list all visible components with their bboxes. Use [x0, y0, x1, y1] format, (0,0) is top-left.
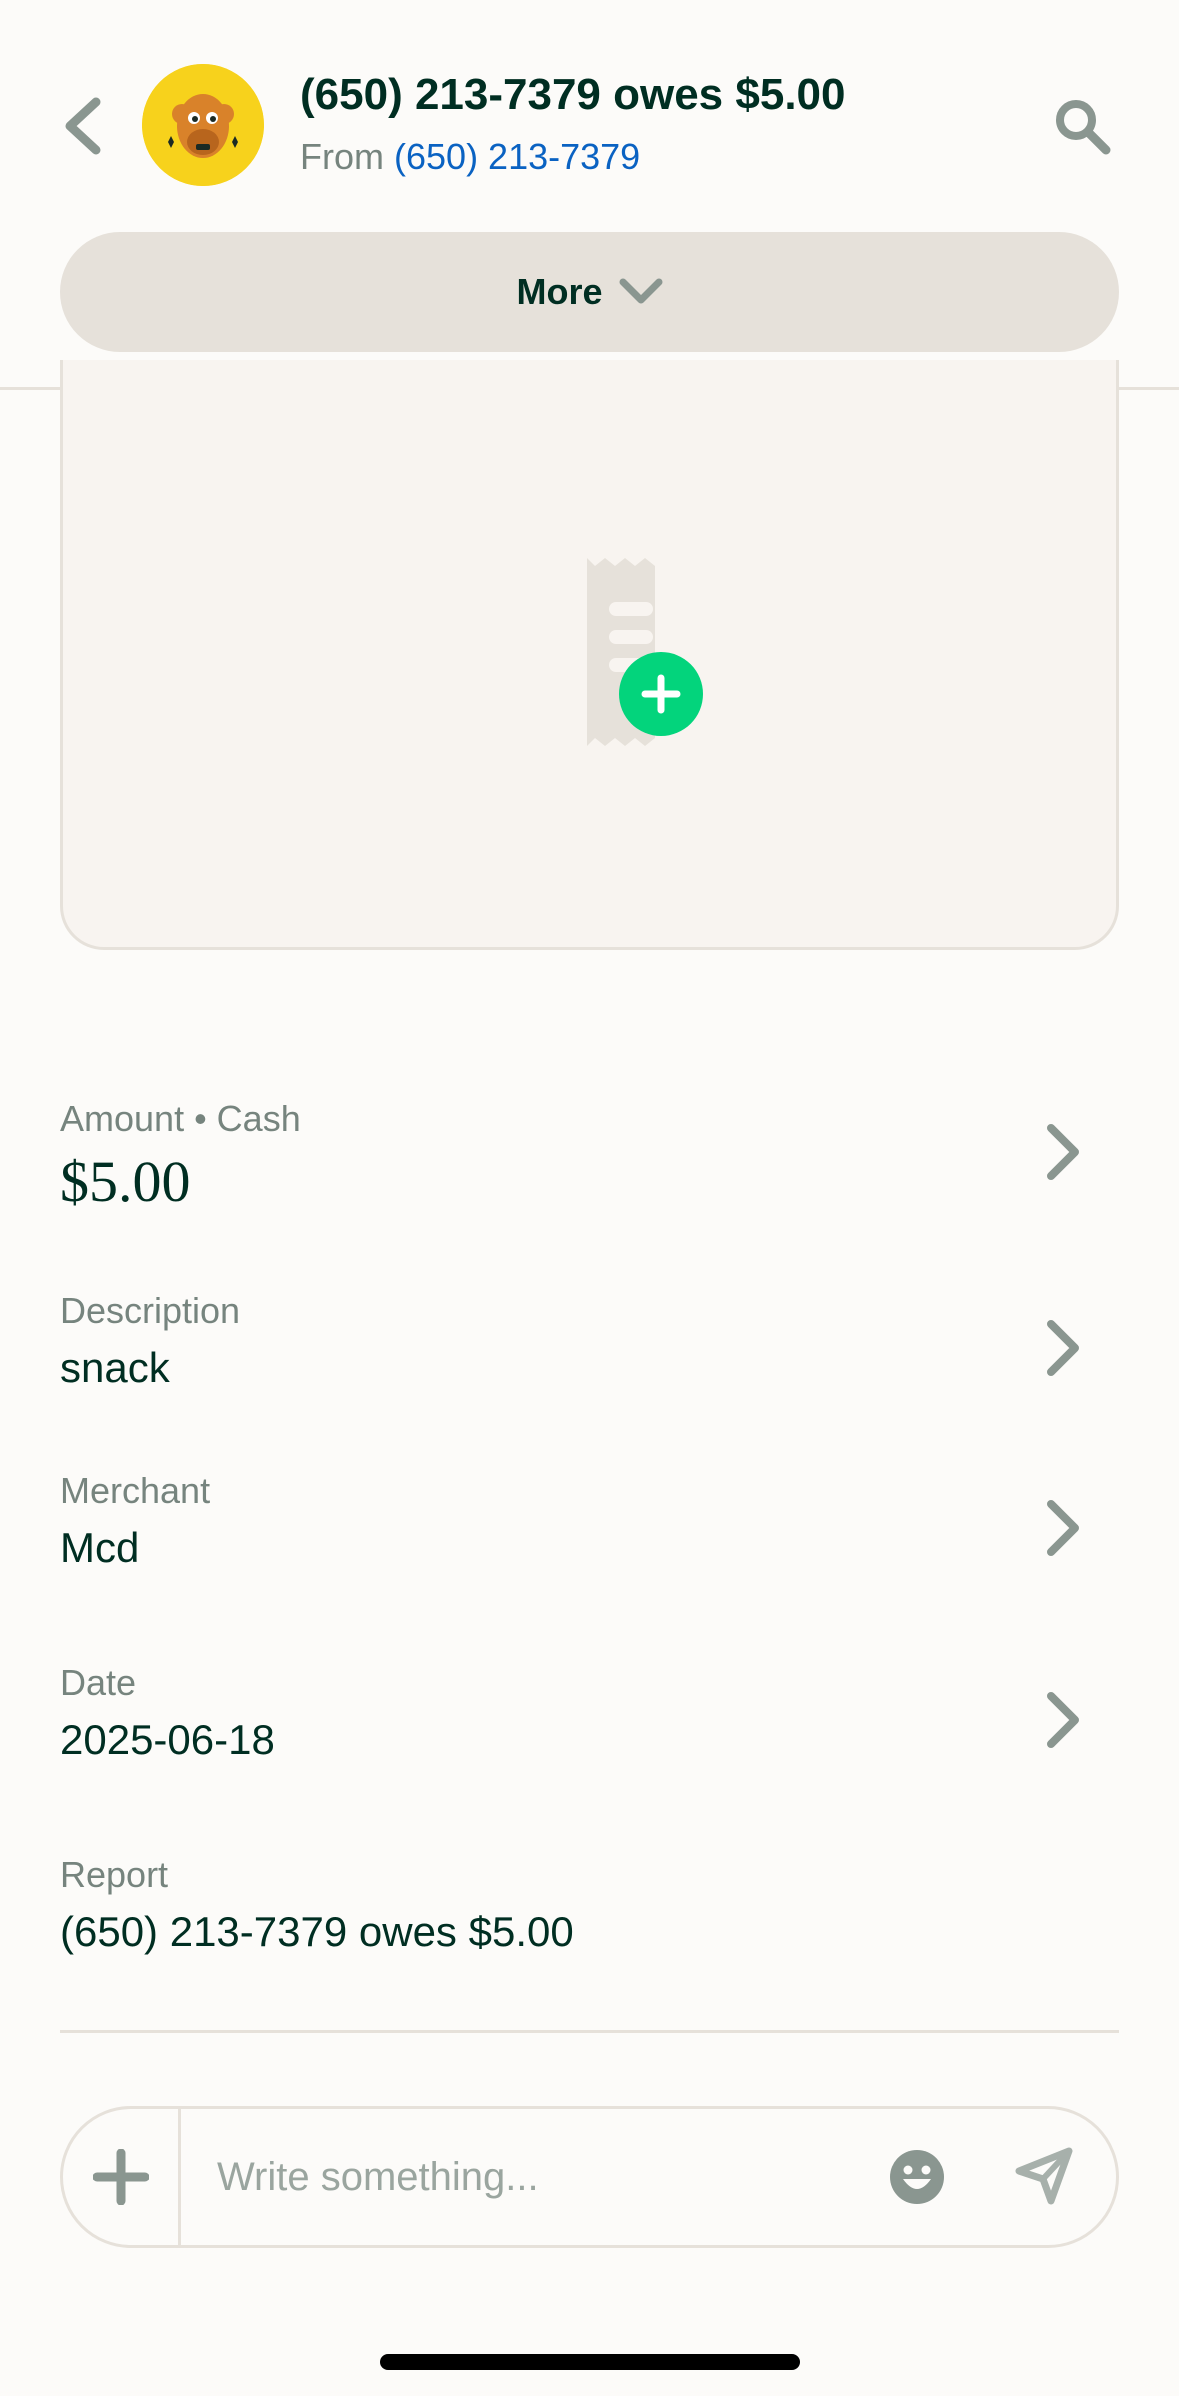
- report-title: (650) 213-7379 owes $5.00: [300, 70, 846, 119]
- from-prefix: From: [300, 136, 384, 177]
- report-label: Report: [60, 1854, 169, 1895]
- amount-value: $5.00: [60, 1149, 191, 1214]
- report-row[interactable]: Report (650) 213-7379 owes $5.00: [60, 1854, 1119, 1956]
- chevron-left-icon: [65, 97, 101, 155]
- chevron-right-icon: [1047, 1320, 1079, 1376]
- header: (650) 213-7379 owes $5.00 From (650) 213…: [0, 0, 1179, 390]
- receipt-add-icon: [587, 558, 703, 746]
- report-subtitle: From (650) 213-7379: [300, 136, 640, 178]
- description-label: Description: [60, 1290, 241, 1331]
- receipt-upload-area[interactable]: [60, 360, 1119, 950]
- description-row[interactable]: Description snack: [60, 1290, 1119, 1392]
- avatar[interactable]: [142, 64, 264, 186]
- chevron-down-icon: [619, 278, 662, 304]
- send-icon: [1015, 2147, 1073, 2205]
- monkey-avatar-icon: [142, 64, 264, 186]
- attach-button[interactable]: [63, 2109, 181, 2245]
- chevron-right-icon: [1047, 1692, 1079, 1748]
- plus-icon: [92, 2149, 149, 2205]
- back-button[interactable]: [52, 88, 112, 164]
- merchant-row[interactable]: Merchant Mcd: [60, 1470, 1119, 1572]
- message-input[interactable]: [217, 2149, 857, 2205]
- date-value: 2025-06-18: [60, 1716, 275, 1763]
- emoji-button[interactable]: [889, 2149, 945, 2210]
- date-label: Date: [60, 1662, 137, 1703]
- description-value: snack: [60, 1344, 170, 1391]
- composer: [60, 2106, 1119, 2248]
- home-indicator: [380, 2354, 800, 2370]
- merchant-value: Mcd: [60, 1524, 140, 1571]
- send-button[interactable]: [1015, 2147, 1073, 2210]
- from-link[interactable]: (650) 213-7379: [394, 136, 640, 177]
- emoji-icon: [890, 2150, 944, 2204]
- chevron-right-icon: [1047, 1124, 1079, 1180]
- amount-row[interactable]: Amount • Cash $5.00: [60, 1098, 1119, 1215]
- merchant-label: Merchant: [60, 1470, 211, 1511]
- date-row[interactable]: Date 2025-06-18: [60, 1662, 1119, 1764]
- amount-label: Amount • Cash: [60, 1098, 301, 1139]
- more-label: More: [516, 271, 603, 312]
- divider: [60, 2030, 1119, 2033]
- chevron-right-icon: [1047, 1500, 1079, 1556]
- search-icon: [1056, 100, 1111, 155]
- more-button[interactable]: More: [60, 232, 1119, 352]
- report-value: (650) 213-7379 owes $5.00: [60, 1908, 574, 1955]
- search-button[interactable]: [1050, 94, 1114, 158]
